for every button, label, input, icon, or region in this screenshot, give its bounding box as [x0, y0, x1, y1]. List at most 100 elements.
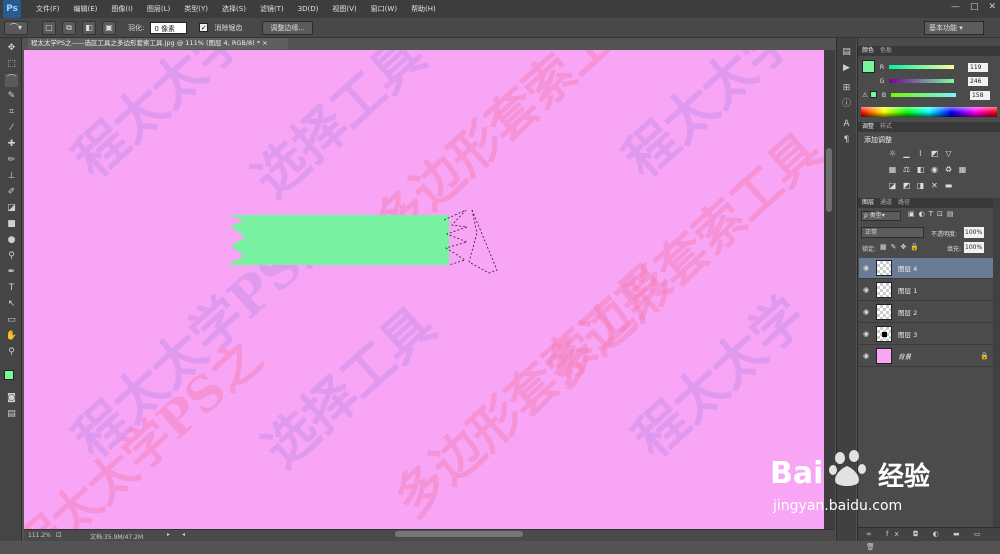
threshold-icon[interactable]: ◨: [916, 181, 925, 190]
info-panel-icon[interactable]: ⓘ: [840, 98, 853, 111]
eyedropper-tool-icon[interactable]: ⁄: [5, 122, 18, 135]
tab-color[interactable]: 颜色: [862, 46, 874, 56]
history-brush-tool-icon[interactable]: ✐: [5, 186, 18, 199]
menu-image[interactable]: 图像(I): [111, 4, 133, 14]
horizontal-scroll-thumb[interactable]: [395, 531, 523, 537]
brush-tool-icon[interactable]: ✏: [5, 154, 18, 167]
channel-mixer-icon[interactable]: ♻: [944, 165, 953, 174]
status-arrow-icon[interactable]: ▸: [167, 531, 170, 538]
path-select-tool-icon[interactable]: ↖: [5, 298, 18, 311]
crop-tool-icon[interactable]: ⌗: [5, 106, 18, 119]
healing-tool-icon[interactable]: ✚: [5, 138, 18, 151]
posterize-icon[interactable]: ◩: [902, 181, 911, 190]
lock-icons[interactable]: ▦✎✥🔒: [880, 243, 923, 251]
gamut-swatch[interactable]: [870, 91, 877, 98]
blue-slider[interactable]: [891, 93, 956, 97]
eye-icon[interactable]: ◉: [859, 286, 873, 294]
eraser-tool-icon[interactable]: ◪: [5, 202, 18, 215]
scroll-left-icon[interactable]: ◂: [182, 531, 185, 538]
vertical-scroll-thumb[interactable]: [826, 148, 832, 212]
layer-row[interactable]: ◉ 图层 4: [859, 258, 993, 279]
pen-tool-icon[interactable]: ✒: [5, 266, 18, 279]
layer-filter-icons[interactable]: ▣◐T⊡▤: [908, 210, 957, 218]
blend-mode-select[interactable]: 正常: [861, 227, 924, 238]
invert-icon[interactable]: ◪: [888, 181, 897, 190]
history-panel-icon[interactable]: ▤: [840, 46, 853, 59]
eye-icon[interactable]: ◉: [859, 352, 873, 360]
quick-select-tool-icon[interactable]: ✎: [5, 90, 18, 103]
actions-panel-icon[interactable]: ▶: [840, 62, 853, 75]
dodge-tool-icon[interactable]: ⚲: [5, 250, 18, 263]
subtract-selection-icon[interactable]: ◧: [82, 20, 96, 35]
polygonal-lasso-preset-icon[interactable]: ⌒▾: [4, 20, 28, 35]
menu-filter[interactable]: 滤镜(T): [260, 4, 284, 14]
gradient-tool-icon[interactable]: ■: [5, 218, 18, 231]
menu-help[interactable]: 帮助(H): [411, 4, 436, 14]
blue-value[interactable]: 158: [970, 90, 990, 100]
layers-scrollbar[interactable]: [993, 198, 1000, 528]
antialias-checkbox[interactable]: ✓: [199, 23, 209, 32]
menu-view[interactable]: 视图(V): [332, 4, 356, 14]
move-tool-icon[interactable]: ✥: [5, 42, 18, 55]
menu-select[interactable]: 选择(S): [222, 4, 246, 14]
layer-row[interactable]: ◉ 图层 1: [859, 280, 993, 301]
screen-mode-icon[interactable]: ▤: [5, 408, 18, 421]
new-selection-icon[interactable]: □: [42, 20, 56, 35]
menu-edit[interactable]: 编辑(E): [74, 4, 98, 14]
opacity-input[interactable]: 100%: [964, 227, 984, 238]
layer-row[interactable]: ◉ 图层 2: [859, 302, 993, 323]
tab-layers[interactable]: 图层: [862, 198, 874, 208]
marquee-tool-icon[interactable]: ⬚: [5, 58, 18, 71]
blur-tool-icon[interactable]: ●: [5, 234, 18, 247]
maximize-button[interactable]: □: [970, 2, 979, 12]
tab-adjustments[interactable]: 调整: [862, 122, 874, 132]
curves-icon[interactable]: ⌇: [916, 149, 925, 158]
green-slider[interactable]: [889, 79, 954, 83]
intersect-selection-icon[interactable]: ▣: [102, 20, 116, 35]
shape-tool-icon[interactable]: ▭: [5, 314, 18, 327]
stamp-tool-icon[interactable]: ⊥: [5, 170, 18, 183]
hue-saturation-icon[interactable]: ▦: [888, 165, 897, 174]
tab-swatches[interactable]: 色板: [880, 46, 892, 56]
tab-paths[interactable]: 路径: [898, 198, 910, 208]
tab-channels[interactable]: 通道: [880, 198, 892, 208]
layer-filter-select[interactable]: ρ 类型▾: [861, 211, 901, 221]
levels-icon[interactable]: ▁: [902, 149, 911, 158]
add-selection-icon[interactable]: ⧉: [62, 20, 76, 35]
brightness-icon[interactable]: ☼: [888, 149, 897, 158]
minimize-button[interactable]: —: [951, 2, 960, 12]
color-lookup-icon[interactable]: ▦: [958, 165, 967, 174]
hand-tool-icon[interactable]: ✋: [5, 330, 18, 343]
selective-color-icon[interactable]: ✕: [930, 181, 939, 190]
gradient-map-icon[interactable]: ▬: [944, 181, 953, 190]
canvas[interactable]: 程太太学 选择工具 多边形套索工具 程太太学PS之 程太太学 选择工具 多边形套…: [24, 50, 824, 529]
quick-mask-icon[interactable]: ◙: [5, 392, 18, 405]
photo-filter-icon[interactable]: ◉: [930, 165, 939, 174]
menu-3d[interactable]: 3D(D): [298, 5, 319, 13]
tab-styles[interactable]: 样式: [880, 122, 892, 132]
exposure-icon[interactable]: ◩: [930, 149, 939, 158]
menu-window[interactable]: 窗口(W): [371, 4, 397, 14]
color-foreground-swatch[interactable]: [862, 60, 875, 73]
feather-input[interactable]: 0 像素: [150, 21, 188, 34]
lasso-tool-icon[interactable]: ⌒: [5, 74, 18, 87]
paragraph-panel-icon[interactable]: ¶: [840, 134, 853, 147]
properties-panel-icon[interactable]: ⊞: [840, 82, 853, 95]
red-slider[interactable]: [889, 65, 954, 69]
close-window-button[interactable]: ✕: [988, 2, 996, 12]
vibrance-icon[interactable]: ▽: [944, 149, 953, 158]
green-value[interactable]: 246: [968, 76, 988, 86]
eye-icon[interactable]: ◉: [859, 264, 873, 272]
eye-icon[interactable]: ◉: [859, 330, 873, 338]
character-panel-icon[interactable]: A: [840, 118, 853, 131]
menu-type[interactable]: 类型(Y): [184, 4, 208, 14]
color-balance-icon[interactable]: ⚖: [902, 165, 911, 174]
foreground-color-swatch[interactable]: [4, 370, 14, 380]
red-value[interactable]: 119: [968, 62, 988, 72]
eye-icon[interactable]: ◉: [859, 308, 873, 316]
workspace-select[interactable]: 基本功能 ▾: [924, 21, 984, 35]
zoom-tool-icon[interactable]: ⚲: [5, 346, 18, 359]
black-white-icon[interactable]: ◧: [916, 165, 925, 174]
fill-input[interactable]: 100%: [964, 242, 984, 253]
type-tool-icon[interactable]: T: [5, 282, 18, 295]
